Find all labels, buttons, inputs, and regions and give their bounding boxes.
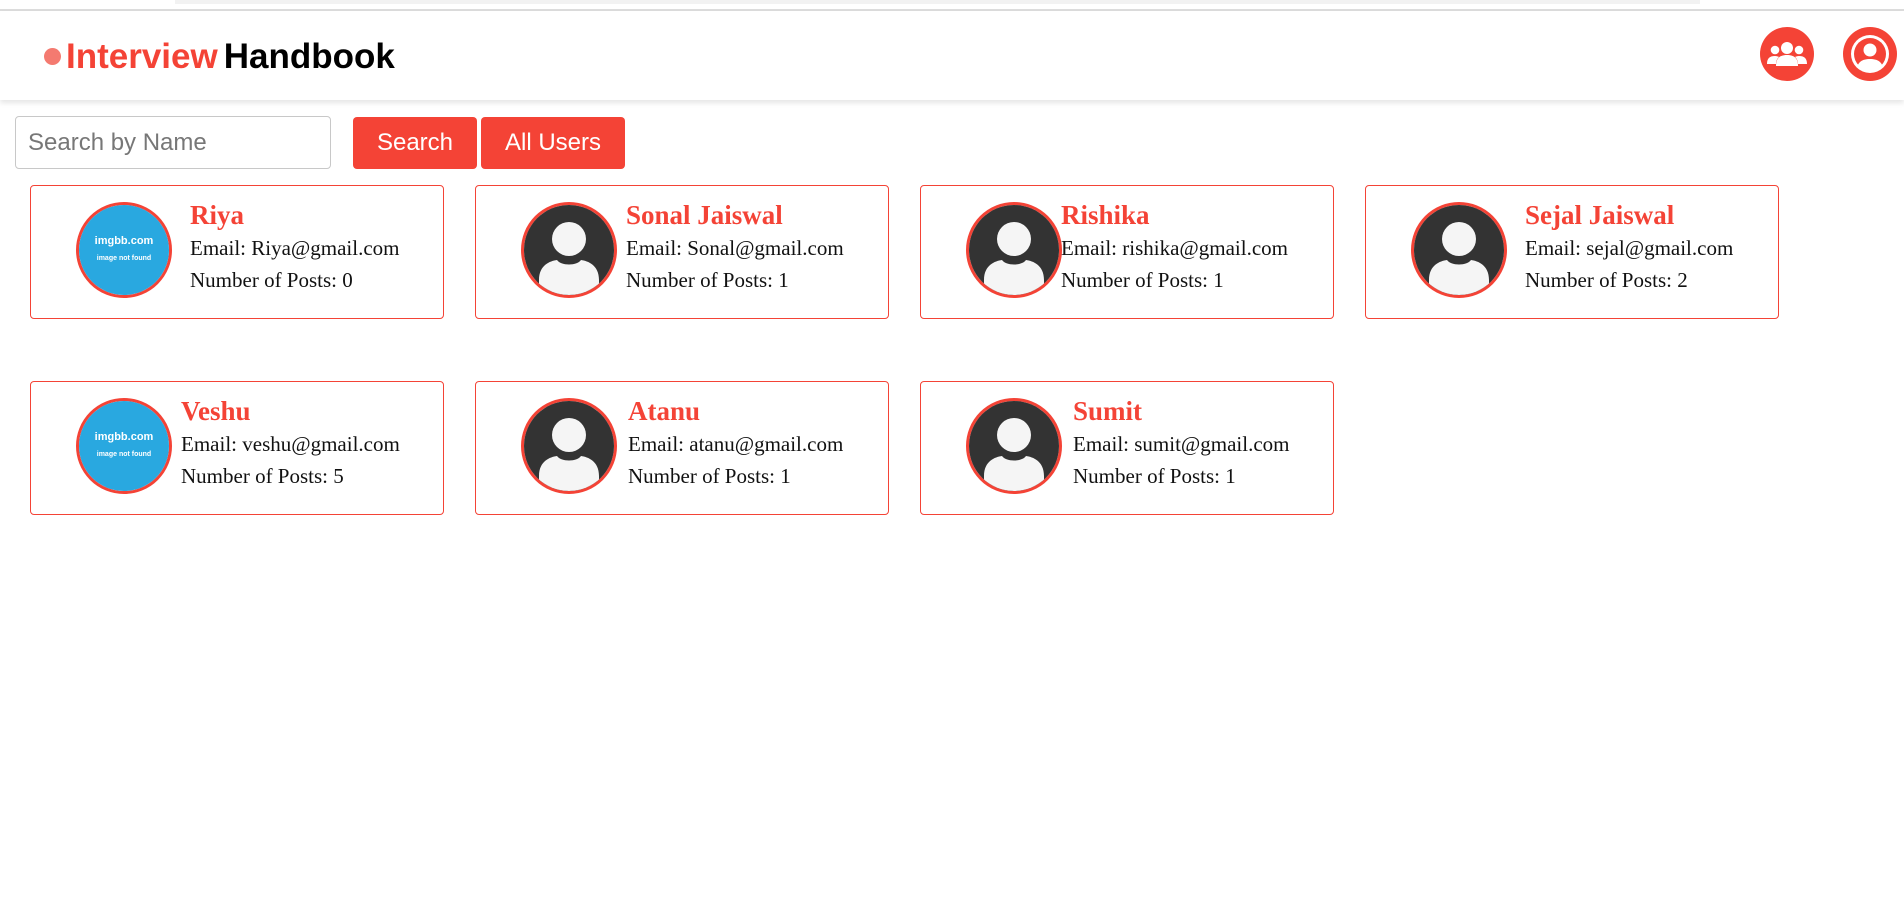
- user-card[interactable]: Sonal Jaiswal Email: Sonal@gmail.com Numbe…: [475, 185, 889, 319]
- logo-dot-icon: [44, 48, 61, 65]
- default-avatar-icon: [966, 398, 1062, 494]
- avatar-placeholder-image: imgbb.com image not found: [76, 202, 172, 298]
- posts-label: Number of Posts:: [1073, 464, 1226, 488]
- browser-top-strip: [175, 0, 1700, 4]
- logo-text-handbook: Handbook: [223, 37, 395, 76]
- user-email: Email: atanu@gmail.com: [628, 428, 843, 460]
- user-card[interactable]: Atanu Email: atanu@gmail.com Number of Pos…: [475, 381, 889, 515]
- user-circle-icon: [1851, 35, 1889, 73]
- user-info: Sonal Jaiswal Email: Sonal@gmail.com Numbe…: [626, 198, 844, 296]
- user-info: Riya Email: Riya@gmail.com Number of Posts…: [190, 198, 399, 296]
- user-post-count: Number of Posts: 1: [628, 460, 843, 492]
- email-label: Email:: [628, 432, 690, 456]
- user-post-count: Number of Posts: 0: [190, 264, 399, 296]
- avatar-placeholder-image: imgbb.com image not found: [76, 398, 172, 494]
- search-button[interactable]: Search: [353, 117, 477, 169]
- default-avatar-icon: [521, 398, 617, 494]
- user-info: Veshu Email: veshu@gmail.com Number of Pos…: [181, 394, 400, 492]
- email-value: rishika@gmail.com: [1122, 236, 1288, 260]
- default-avatar-icon: [1411, 202, 1507, 298]
- posts-value: 1: [778, 268, 789, 292]
- posts-label: Number of Posts:: [628, 464, 781, 488]
- user-email: Email: rishika@gmail.com: [1061, 232, 1288, 264]
- posts-label: Number of Posts:: [626, 268, 779, 292]
- posts-value: 1: [1213, 268, 1224, 292]
- user-card[interactable]: Sejal Jaiswal Email: sejal@gmail.com Numbe…: [1365, 185, 1779, 319]
- user-name[interactable]: Rishika: [1061, 198, 1288, 232]
- user-post-count: Number of Posts: 1: [1073, 460, 1290, 492]
- posts-label: Number of Posts:: [1061, 268, 1214, 292]
- user-email: Email: veshu@gmail.com: [181, 428, 400, 460]
- user-info: Atanu Email: atanu@gmail.com Number of Pos…: [628, 394, 843, 492]
- profile-button[interactable]: [1843, 27, 1897, 81]
- user-name[interactable]: Riya: [190, 198, 399, 232]
- user-card[interactable]: imgbb.com image not found Veshu Email: vesh…: [30, 381, 444, 515]
- user-card[interactable]: imgbb.com image not found Riya Email: Riya@…: [30, 185, 444, 319]
- email-label: Email:: [1061, 236, 1123, 260]
- posts-label: Number of Posts:: [190, 268, 343, 292]
- user-info: Sejal Jaiswal Email: sejal@gmail.com Numbe…: [1525, 198, 1733, 296]
- user-name[interactable]: Atanu: [628, 394, 843, 428]
- search-input[interactable]: [15, 116, 331, 169]
- email-label: Email:: [1525, 236, 1587, 260]
- email-label: Email:: [181, 432, 243, 456]
- logo-text-interview: Interview: [66, 37, 218, 76]
- user-post-count: Number of Posts: 5: [181, 460, 400, 492]
- email-value: sumit@gmail.com: [1134, 432, 1290, 456]
- users-group-icon: [1767, 42, 1807, 66]
- posts-value: 5: [333, 464, 344, 488]
- site-logo[interactable]: Interview Handbook: [44, 35, 395, 79]
- navbar: Interview Handbook: [0, 11, 1904, 100]
- user-post-count: Number of Posts: 2: [1525, 264, 1733, 296]
- user-card[interactable]: Rishika Email: rishika@gmail.com Number of…: [920, 185, 1334, 319]
- email-label: Email:: [190, 236, 252, 260]
- user-name[interactable]: Sejal Jaiswal: [1525, 198, 1733, 232]
- posts-value: 0: [342, 268, 353, 292]
- default-avatar-icon: [966, 202, 1062, 298]
- posts-label: Number of Posts:: [181, 464, 334, 488]
- email-value: atanu@gmail.com: [689, 432, 844, 456]
- email-value: sejal@gmail.com: [1586, 236, 1734, 260]
- user-email: Email: Riya@gmail.com: [190, 232, 399, 264]
- placeholder-text-line2: image not found: [97, 255, 151, 262]
- users-button[interactable]: [1760, 27, 1814, 81]
- user-name[interactable]: Sonal Jaiswal: [626, 198, 844, 232]
- placeholder-text-line1: imgbb.com: [95, 235, 154, 247]
- placeholder-text-line2: image not found: [97, 451, 151, 458]
- user-info: Sumit Email: sumit@gmail.com Number of Pos…: [1073, 394, 1290, 492]
- user-name[interactable]: Veshu: [181, 394, 400, 428]
- all-users-button[interactable]: All Users: [481, 117, 625, 169]
- posts-value: 1: [780, 464, 791, 488]
- user-post-count: Number of Posts: 1: [626, 264, 844, 296]
- posts-label: Number of Posts:: [1525, 268, 1678, 292]
- posts-value: 1: [1225, 464, 1236, 488]
- user-info: Rishika Email: rishika@gmail.com Number of…: [1061, 198, 1288, 296]
- email-label: Email:: [1073, 432, 1135, 456]
- email-value: veshu@gmail.com: [242, 432, 400, 456]
- user-post-count: Number of Posts: 1: [1061, 264, 1288, 296]
- user-name[interactable]: Sumit: [1073, 394, 1290, 428]
- user-email: Email: sejal@gmail.com: [1525, 232, 1733, 264]
- email-value: Sonal@gmail.com: [687, 236, 844, 260]
- placeholder-text-line1: imgbb.com: [95, 431, 154, 443]
- user-email: Email: sumit@gmail.com: [1073, 428, 1290, 460]
- default-avatar-icon: [521, 202, 617, 298]
- user-card[interactable]: Sumit Email: sumit@gmail.com Number of Pos…: [920, 381, 1334, 515]
- user-email: Email: Sonal@gmail.com: [626, 232, 844, 264]
- posts-value: 2: [1677, 268, 1688, 292]
- email-value: Riya@gmail.com: [251, 236, 400, 260]
- email-label: Email:: [626, 236, 688, 260]
